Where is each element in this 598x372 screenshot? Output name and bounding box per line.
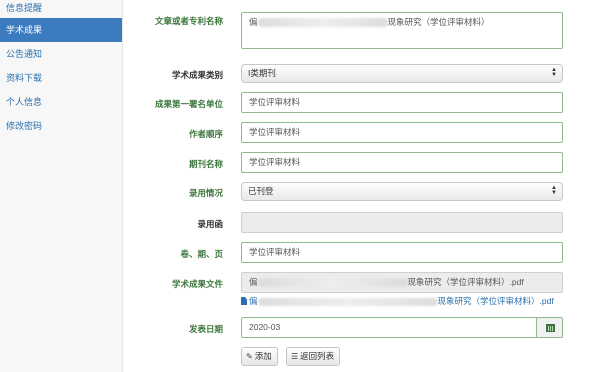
author-order-label: 作者顺序 — [188, 129, 223, 139]
acceptance-letter-label: 录用函 — [197, 219, 223, 229]
title-value-start: 偏 — [249, 17, 258, 27]
achievement-form: 文章或者专利名称 偏 现象研究（学位评审材料） 学术成果类别 I类期刊 ▲ ▼ 成果… — [123, 0, 598, 372]
redacted-text — [257, 278, 408, 288]
sidebar-item-notifications[interactable]: 信息提醒 — [0, 0, 122, 18]
volume-issue-page-label: 卷、期、页 — [180, 249, 223, 259]
add-button[interactable]: ✎ 添加 — [241, 347, 278, 366]
sidebar-item-achievements[interactable]: 学术成果 — [0, 18, 122, 42]
author-order-value: 学位评审材料 — [249, 127, 301, 137]
file-label: 学术成果文件 — [171, 279, 223, 289]
acceptance-letter-input[interactable] — [241, 212, 563, 233]
redacted-text — [257, 18, 388, 28]
title-value-end: 现象研究（学位评审材料） — [387, 17, 490, 27]
journal-name-input[interactable]: 学位评审材料 — [241, 152, 563, 173]
status-select[interactable]: 已刊登 ▲ ▼ — [241, 182, 563, 201]
back-to-list-button[interactable]: ☰ 返回列表 — [286, 347, 341, 366]
sidebar-item-label: 信息提醒 — [6, 3, 43, 13]
back-to-list-label: 返回列表 — [300, 351, 335, 361]
add-button-label: 添加 — [254, 351, 272, 361]
select-arrows-icon: ▲ ▼ — [551, 67, 557, 78]
title-textarea[interactable]: 偏 现象研究（学位评审材料） — [241, 12, 563, 49]
sidebar: 信息提醒 学术成果 公告通知 资料下载 个人信息 修改密码 — [0, 0, 123, 372]
journal-name-value: 学位评审材料 — [249, 157, 301, 167]
sidebar-item-downloads[interactable]: 资料下载 — [0, 66, 122, 90]
sidebar-item-label: 公告通知 — [6, 49, 43, 59]
sidebar-item-announcements[interactable]: 公告通知 — [0, 42, 122, 66]
first-unit-label: 成果第一署名单位 — [154, 99, 223, 109]
publish-date-input[interactable]: 2020-03 — [241, 317, 537, 338]
select-arrows-icon: ▲ ▼ — [551, 185, 557, 196]
volume-issue-page-value: 学位评审材料 — [249, 247, 301, 257]
first-unit-input[interactable]: 学位评审材料 — [241, 92, 563, 113]
list-icon: ☰ — [291, 352, 299, 361]
file-value-start: 偏 — [249, 277, 258, 287]
redacted-text — [257, 297, 438, 306]
sidebar-item-label: 学术成果 — [6, 25, 43, 35]
edit-icon: ✎ — [246, 352, 253, 361]
file-link-end: 现象研究（学位评审材料）.pdf — [437, 296, 554, 306]
title-label: 文章或者专利名称 — [154, 16, 223, 26]
status-label: 录用情况 — [188, 188, 223, 198]
sidebar-item-label: 资料下载 — [6, 73, 43, 83]
sidebar-item-change-password[interactable]: 修改密码 — [0, 114, 122, 138]
journal-name-label: 期刊名称 — [188, 159, 223, 169]
file-download-link[interactable]: 偏 现象研究（学位评审材料）.pdf — [241, 296, 554, 307]
category-selected: I类期刊 — [248, 68, 276, 78]
file-input[interactable]: 偏 现象研究（学位评审材料）.pdf — [241, 272, 563, 293]
author-order-input[interactable]: 学位评审材料 — [241, 122, 563, 143]
publish-date-value: 2020-03 — [249, 322, 281, 332]
calendar-button[interactable] — [536, 317, 563, 338]
first-unit-value: 学位评审材料 — [249, 97, 301, 107]
document-icon — [241, 297, 247, 305]
file-value-end: 现象研究（学位评审材料）.pdf — [407, 277, 524, 287]
sidebar-item-profile[interactable]: 个人信息 — [0, 90, 122, 114]
file-link-start: 偏 — [249, 296, 258, 306]
volume-issue-page-input[interactable]: 学位评审材料 — [241, 242, 563, 263]
sidebar-item-label: 个人信息 — [6, 97, 43, 107]
sidebar-item-label: 修改密码 — [6, 121, 43, 131]
category-select[interactable]: I类期刊 ▲ ▼ — [241, 64, 563, 83]
status-selected: 已刊登 — [248, 186, 274, 196]
publish-date-label: 发表日期 — [188, 324, 223, 334]
calendar-icon — [546, 324, 555, 332]
category-label: 学术成果类别 — [171, 70, 223, 80]
